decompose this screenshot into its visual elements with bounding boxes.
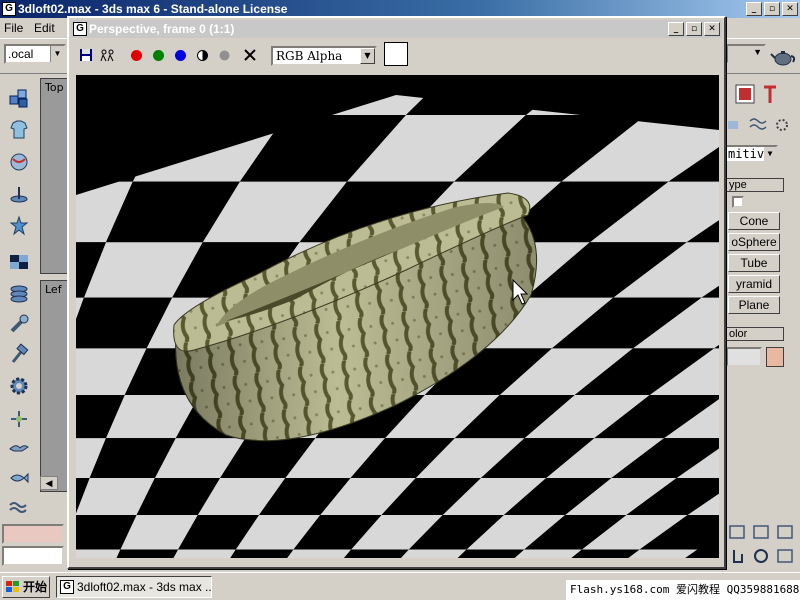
cylinder-stack-icon[interactable] (6, 281, 32, 307)
render-window-toolbar: RGB Alpha ▼ (71, 40, 722, 70)
app-icon: G (73, 22, 87, 36)
render-window-controls: _ ▫ ✕ (668, 22, 720, 36)
red-channel-toggle[interactable] (127, 46, 145, 64)
blue-channel-icon (174, 49, 186, 61)
geosphere-button[interactable]: oSphere (728, 233, 780, 251)
green-channel-icon (152, 49, 164, 61)
chevron-down-icon: ▼ (50, 46, 64, 62)
viewport-left-label: Lef (45, 283, 62, 296)
hierarchy-icon[interactable] (6, 181, 32, 207)
red-channel-icon (130, 49, 142, 61)
pixel-color-swatch[interactable] (384, 42, 408, 66)
hammer-icon[interactable] (6, 341, 32, 367)
object-type-rollout[interactable]: ype (724, 178, 784, 192)
menu-file[interactable]: File (4, 21, 23, 35)
minimize-button[interactable]: _ (746, 2, 762, 16)
viewport-left[interactable]: Lef (40, 280, 70, 492)
helper-icon[interactable] (6, 405, 32, 431)
viewport-top[interactable]: Top (40, 78, 70, 274)
command-panel-subtools-icons[interactable] (726, 115, 796, 135)
autogrid-checkbox[interactable] (732, 196, 744, 208)
checker-tile (646, 95, 719, 115)
rendered-frame[interactable] (76, 75, 719, 558)
menu-edit[interactable]: Edit (34, 21, 55, 35)
checker-tile (406, 95, 618, 115)
gray-dot-icon (219, 50, 229, 60)
app-icon: G (60, 580, 74, 594)
channel-display-value: RGB Alpha (276, 49, 343, 63)
clone-icon[interactable] (99, 46, 117, 64)
minimize-button[interactable]: _ (668, 22, 684, 36)
clear-icon[interactable] (241, 46, 259, 64)
viewport-navigation-controls[interactable] (728, 524, 798, 568)
status-prompt-field[interactable] (2, 546, 64, 566)
windows-logo-icon (6, 581, 19, 592)
primitive-category-value: mitiv (728, 147, 765, 161)
chevron-down-icon: ▼ (360, 48, 375, 64)
checker-tile (76, 95, 209, 115)
chevron-down-icon: ▼ (764, 147, 776, 161)
taskbar-item-3dsmax[interactable]: G 3dloft02.max - 3ds max ... (56, 576, 212, 598)
pyramid-button[interactable]: yramid (728, 275, 780, 293)
cone-button[interactable]: Cone (728, 212, 780, 230)
motion-icon[interactable] (6, 213, 32, 239)
alpha-channel-toggle[interactable] (193, 46, 211, 64)
tube-button[interactable]: Tube (728, 254, 780, 272)
green-channel-toggle[interactable] (149, 46, 167, 64)
scroll-left-arrow[interactable]: ◀ (40, 476, 58, 490)
object-type-rollout-label: ype (729, 179, 747, 191)
name-color-rollout-label: olor (729, 328, 748, 340)
close-button[interactable]: ✕ (782, 2, 798, 16)
bird-icon[interactable] (6, 435, 32, 461)
gear-icon[interactable] (6, 373, 32, 399)
left-tool-column (0, 75, 38, 520)
object-name-field[interactable] (726, 347, 762, 367)
render-window-title: Perspective, frame 0 (1:1) (89, 22, 235, 36)
start-button[interactable]: 开始 (2, 576, 50, 598)
render-window-titlebar[interactable]: G Perspective, frame 0 (1:1) _ ▫ ✕ (71, 20, 722, 38)
display-icon[interactable] (6, 249, 32, 275)
object-color-swatch[interactable] (766, 347, 784, 367)
app-window-controls: _ ▫ ✕ (746, 2, 798, 16)
monochrome-toggle[interactable] (215, 46, 233, 64)
wave-icon[interactable] (6, 495, 32, 521)
viewport-top-label: Top (45, 81, 64, 94)
chevron-down-icon: ▼ (753, 47, 762, 57)
command-panel-tab-icons[interactable] (734, 83, 796, 105)
plane-button[interactable]: Plane (728, 296, 780, 314)
teapot-icon[interactable] (770, 45, 796, 67)
app-title: 3dloft02.max - 3ds max 6 - Stand-alone L… (18, 2, 288, 16)
checker-tile (166, 95, 345, 115)
checker-tile (76, 549, 121, 558)
save-icon[interactable] (77, 46, 95, 64)
shirt-icon[interactable] (6, 117, 32, 143)
checker-tile (526, 95, 719, 115)
name-color-rollout[interactable]: olor (724, 327, 784, 341)
taskbar-item-label: 3dloft02.max - 3ds max ... (77, 580, 212, 594)
half-circle-icon (196, 49, 208, 61)
wrench-icon[interactable] (6, 311, 32, 337)
app-icon: G (2, 2, 16, 16)
render-frame-window[interactable]: G Perspective, frame 0 (1:1) _ ▫ ✕ RGB A… (67, 16, 726, 569)
start-label: 开始 (23, 580, 48, 594)
channel-display-dropdown[interactable]: RGB Alpha ▼ (271, 46, 377, 66)
reference-coordinate-value: .ocal (8, 47, 34, 61)
maximize-button[interactable]: ▫ (686, 22, 702, 36)
box-tool-icon[interactable] (6, 85, 32, 111)
maximize-button[interactable]: ▫ (764, 2, 780, 16)
fish-icon[interactable] (6, 465, 32, 491)
reference-coordinate-dropdown[interactable]: .ocal ▼ (4, 44, 66, 64)
sphere-icon[interactable] (6, 149, 32, 175)
primitive-category-dropdown[interactable]: mitiv ▼ (724, 145, 778, 163)
close-button[interactable]: ✕ (704, 22, 720, 36)
named-selection-dropdown[interactable]: ▼ (726, 44, 766, 64)
watermark-text: Flash.ys168.com 爱闪教程 QQ359881688 (566, 580, 800, 600)
blue-channel-toggle[interactable] (171, 46, 189, 64)
maxscript-listener-field[interactable] (2, 524, 64, 544)
rendered-scene (76, 95, 719, 558)
